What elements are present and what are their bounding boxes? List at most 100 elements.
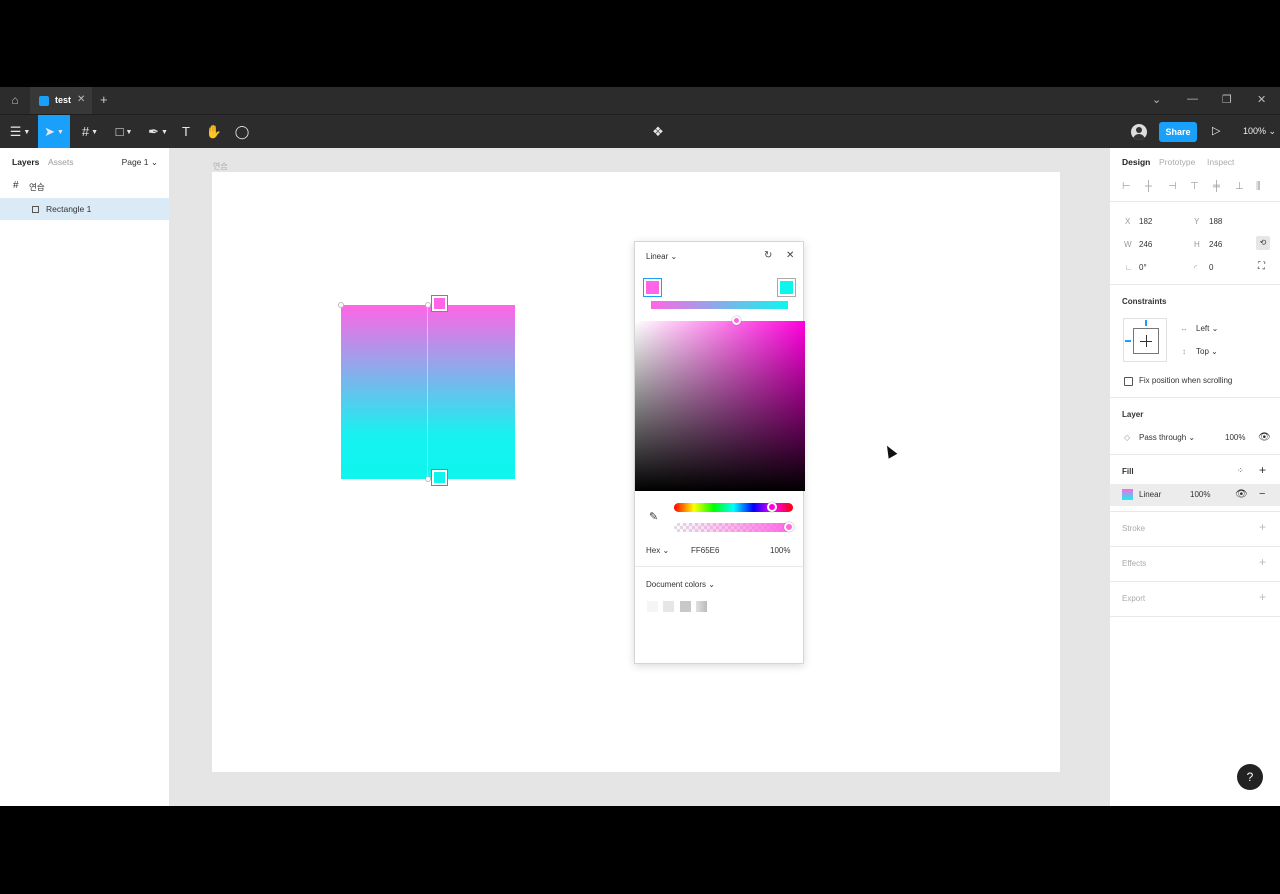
maximize-icon[interactable]: ❐ bbox=[1222, 93, 1232, 106]
figma-app: ⌂ test ✕ + ⌄ — ❐ ✕ ☰ ▼ ➤ ▼ # ▼ □ ▼ ✒ ▼ T ✋ ◯ … bbox=[0, 87, 1280, 806]
corner-radius-input[interactable]: 0 bbox=[1209, 263, 1213, 272]
gradient-stop-cyan[interactable] bbox=[778, 279, 795, 296]
fill-swatch[interactable] bbox=[1122, 489, 1133, 500]
minimize-icon[interactable]: — bbox=[1187, 93, 1198, 105]
fill-row[interactable]: Linear 100% 👁 − bbox=[1110, 484, 1280, 506]
close-tab-icon[interactable]: ✕ bbox=[77, 94, 85, 105]
gradient-stop-start-handle[interactable] bbox=[432, 296, 447, 311]
gradient-rectangle[interactable] bbox=[341, 305, 515, 479]
horizontal-constraint-dropdown[interactable]: Left ⌄ bbox=[1196, 324, 1218, 333]
independent-corners-icon[interactable]: ⛶ bbox=[1258, 261, 1265, 272]
gradient-stop-pink[interactable] bbox=[644, 279, 661, 296]
page-selector[interactable]: Page 1 ⌄ bbox=[122, 157, 158, 168]
align-bottom-icon[interactable]: ⊥ bbox=[1235, 181, 1244, 192]
document-color-swatch[interactable] bbox=[663, 601, 674, 612]
w-input[interactable]: 246 bbox=[1139, 240, 1152, 249]
frame-tool-icon[interactable]: # ▼ bbox=[76, 115, 104, 149]
remove-fill-icon[interactable]: − bbox=[1259, 488, 1265, 500]
y-input[interactable]: 188 bbox=[1209, 217, 1222, 226]
document-colors-dropdown[interactable]: Document colors ⌄ bbox=[646, 580, 715, 589]
hand-tool-icon[interactable]: ✋ bbox=[204, 115, 224, 149]
eye-icon[interactable]: 👁 bbox=[1258, 432, 1271, 443]
color-picker-knob[interactable] bbox=[732, 316, 741, 325]
align-center-horizontal-icon[interactable]: ┼ bbox=[1145, 181, 1152, 192]
frame-label[interactable]: 연습 bbox=[213, 161, 228, 172]
vertical-constraint-dropdown[interactable]: Top ⌄ bbox=[1196, 347, 1218, 356]
x-input[interactable]: 182 bbox=[1139, 217, 1152, 226]
help-button[interactable]: ? bbox=[1237, 764, 1263, 790]
screen: ⌂ test ✕ + ⌄ — ❐ ✕ ☰ ▼ ➤ ▼ # ▼ □ ▼ ✒ ▼ T ✋ ◯ … bbox=[0, 0, 1280, 894]
distribute-icon[interactable]: ⫼ bbox=[1256, 181, 1261, 192]
opacity-slider-knob[interactable] bbox=[784, 522, 794, 532]
fill-opacity-input[interactable]: 100% bbox=[1190, 490, 1210, 499]
corner-handle[interactable] bbox=[425, 476, 431, 482]
rectangle-tool-icon[interactable]: □ ▼ bbox=[110, 115, 138, 149]
layer-opacity-input[interactable]: 100% bbox=[1225, 433, 1245, 442]
share-button[interactable]: Share bbox=[1159, 122, 1197, 142]
eye-icon[interactable]: 👁 bbox=[1235, 489, 1248, 500]
file-tab[interactable]: test ✕ bbox=[30, 87, 92, 114]
constraints-widget[interactable] bbox=[1123, 318, 1167, 362]
tab-assets[interactable]: Assets bbox=[48, 157, 74, 167]
opacity-input[interactable]: 100% bbox=[770, 546, 790, 555]
saturation-value-area[interactable] bbox=[635, 316, 805, 491]
align-top-icon[interactable]: ⊤ bbox=[1190, 181, 1199, 192]
close-icon[interactable]: ✕ bbox=[786, 250, 794, 261]
blend-mode-dropdown[interactable]: Pass through ⌄ bbox=[1139, 433, 1195, 442]
hex-input[interactable]: FF65E6 bbox=[691, 546, 719, 555]
align-center-vertical-icon[interactable]: ╪ bbox=[1213, 181, 1220, 192]
gradient-stop-end-handle[interactable] bbox=[432, 470, 447, 485]
color-model-dropdown[interactable]: Hex ⌄ bbox=[646, 546, 669, 555]
document-color-swatch[interactable] bbox=[680, 601, 691, 612]
align-right-icon[interactable]: ⊣ bbox=[1168, 181, 1177, 192]
rotate-gradient-icon[interactable]: ↻ bbox=[764, 250, 772, 261]
constraint-top-line[interactable] bbox=[1145, 320, 1147, 326]
vertical-constraint-icon: ↕ bbox=[1182, 347, 1186, 356]
pen-tool-icon[interactable]: ✒ ▼ bbox=[144, 115, 172, 149]
fill-type-dropdown[interactable]: Linear ⌄ bbox=[646, 252, 677, 261]
add-fill-icon[interactable]: + bbox=[1259, 463, 1266, 477]
add-stroke-icon[interactable]: + bbox=[1259, 520, 1266, 534]
comment-tool-icon[interactable]: ◯ bbox=[232, 115, 252, 149]
new-tab-button[interactable]: + bbox=[100, 92, 108, 107]
align-left-icon[interactable]: ⊢ bbox=[1122, 181, 1131, 192]
constraint-left-line[interactable] bbox=[1125, 340, 1131, 342]
layer-row-rectangle[interactable]: Rectangle 1 bbox=[0, 198, 170, 220]
main-menu-icon[interactable]: ☰ ▼ bbox=[6, 115, 34, 149]
component-icon[interactable]: ❖ bbox=[648, 115, 668, 149]
tab-layers[interactable]: Layers bbox=[12, 157, 39, 167]
add-effect-icon[interactable]: + bbox=[1259, 555, 1266, 569]
add-export-icon[interactable]: + bbox=[1259, 590, 1266, 604]
fill-type-label[interactable]: Linear bbox=[1139, 490, 1161, 499]
eyedropper-icon[interactable]: ✎ bbox=[649, 510, 658, 523]
stroke-title: Stroke bbox=[1122, 524, 1146, 533]
avatar[interactable] bbox=[1131, 124, 1147, 140]
corner-handle[interactable] bbox=[425, 302, 431, 308]
chevron-down-icon[interactable]: ⌄ bbox=[1152, 93, 1161, 106]
h-input[interactable]: 246 bbox=[1209, 240, 1222, 249]
zoom-dropdown[interactable]: 100% ⌄ bbox=[1243, 126, 1276, 137]
blend-mode-icon: ◇ bbox=[1124, 433, 1131, 442]
gradient-preview-bar[interactable] bbox=[651, 301, 788, 309]
styles-icon[interactable]: ⁘ bbox=[1237, 466, 1244, 475]
divider bbox=[1110, 201, 1280, 202]
text-tool-icon[interactable]: T bbox=[176, 115, 196, 149]
hue-slider-knob[interactable] bbox=[767, 502, 777, 512]
home-icon[interactable]: ⌂ bbox=[8, 93, 22, 107]
document-color-swatch[interactable] bbox=[696, 601, 707, 612]
rotation-input[interactable]: 0° bbox=[1139, 263, 1147, 272]
tab-prototype[interactable]: Prototype bbox=[1159, 157, 1195, 167]
tab-design[interactable]: Design bbox=[1122, 157, 1150, 167]
document-color-swatch[interactable] bbox=[647, 601, 658, 612]
corner-handle[interactable] bbox=[338, 302, 344, 308]
close-window-icon[interactable]: ✕ bbox=[1257, 93, 1266, 106]
move-tool-icon[interactable]: ➤ ▼ bbox=[38, 115, 70, 149]
tab-inspect[interactable]: Inspect bbox=[1207, 157, 1234, 167]
present-icon[interactable]: ▷ bbox=[1212, 124, 1220, 137]
opacity-slider[interactable] bbox=[674, 522, 794, 532]
fix-position-checkbox[interactable] bbox=[1124, 377, 1133, 386]
divider bbox=[1110, 454, 1280, 455]
layer-row-frame[interactable]: # 연습 bbox=[0, 175, 170, 197]
hue-slider[interactable] bbox=[674, 502, 793, 512]
constrain-proportions-icon[interactable]: ⟲ bbox=[1256, 236, 1270, 250]
